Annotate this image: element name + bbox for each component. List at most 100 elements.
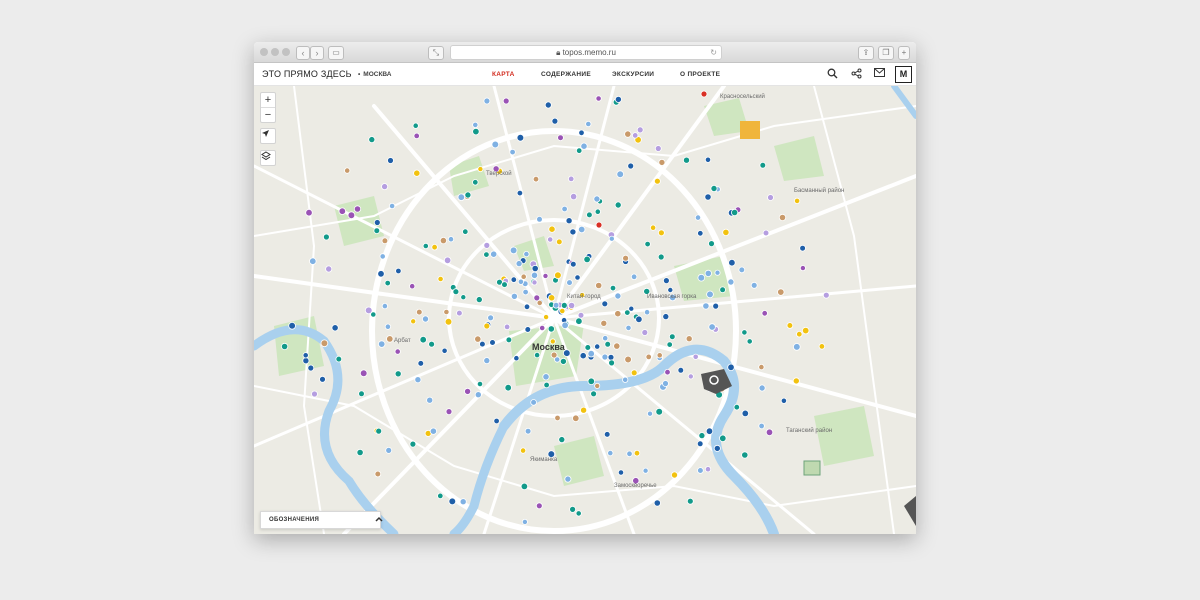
map-marker[interactable] bbox=[704, 269, 712, 277]
map-marker[interactable] bbox=[459, 498, 467, 506]
map-marker[interactable] bbox=[487, 314, 495, 322]
map-marker[interactable] bbox=[765, 428, 774, 436]
map-marker[interactable] bbox=[608, 235, 615, 242]
map-marker[interactable] bbox=[595, 95, 602, 102]
map-marker[interactable] bbox=[642, 467, 649, 474]
map-marker[interactable] bbox=[704, 156, 712, 163]
map-marker[interactable] bbox=[758, 384, 766, 392]
nav-about[interactable]: О ПРОЕКТЕ bbox=[680, 71, 720, 78]
map-marker[interactable] bbox=[421, 315, 429, 323]
map-marker[interactable] bbox=[373, 219, 381, 226]
map-marker[interactable] bbox=[575, 317, 583, 325]
map-marker[interactable] bbox=[325, 265, 333, 273]
map-marker[interactable] bbox=[530, 271, 539, 279]
map-marker[interactable] bbox=[501, 281, 508, 288]
tab-overview-icon[interactable]: ⤡ bbox=[428, 46, 444, 60]
map-marker[interactable] bbox=[515, 260, 523, 268]
map-marker[interactable] bbox=[544, 101, 552, 109]
map-marker[interactable] bbox=[595, 221, 603, 229]
map-marker[interactable] bbox=[632, 132, 639, 139]
map-marker[interactable] bbox=[548, 225, 556, 233]
map-marker[interactable] bbox=[572, 414, 580, 422]
map-marker[interactable] bbox=[654, 145, 662, 152]
map-marker[interactable] bbox=[694, 214, 702, 221]
map-marker[interactable] bbox=[741, 451, 749, 459]
map-marker[interactable] bbox=[381, 183, 389, 191]
map-marker[interactable] bbox=[746, 338, 753, 345]
map-marker[interactable] bbox=[523, 251, 530, 258]
map-marker[interactable] bbox=[692, 353, 699, 360]
map-marker[interactable] bbox=[626, 450, 633, 457]
map-marker[interactable] bbox=[630, 273, 638, 280]
map-marker[interactable] bbox=[628, 305, 635, 312]
map-marker[interactable] bbox=[786, 322, 794, 329]
map-marker[interactable] bbox=[580, 406, 588, 414]
map-marker[interactable] bbox=[359, 369, 368, 378]
map-marker[interactable] bbox=[516, 133, 525, 142]
map-marker[interactable] bbox=[686, 497, 694, 505]
map-marker[interactable] bbox=[568, 175, 575, 183]
map-marker[interactable] bbox=[682, 156, 690, 164]
map-marker[interactable] bbox=[614, 292, 622, 300]
map-marker[interactable] bbox=[510, 292, 518, 300]
map-marker[interactable] bbox=[728, 258, 736, 267]
map-marker[interactable] bbox=[452, 288, 460, 296]
map-marker[interactable] bbox=[750, 281, 758, 289]
map-marker[interactable] bbox=[580, 142, 588, 150]
map-marker[interactable] bbox=[426, 396, 434, 404]
map-marker[interactable] bbox=[384, 323, 391, 330]
map-marker[interactable] bbox=[617, 469, 625, 476]
map-marker[interactable] bbox=[566, 279, 573, 286]
map-marker[interactable] bbox=[559, 307, 566, 315]
map-marker[interactable] bbox=[302, 352, 309, 359]
map-marker[interactable] bbox=[381, 237, 389, 245]
map-marker[interactable] bbox=[641, 329, 649, 336]
map-marker[interactable] bbox=[587, 350, 595, 358]
map-marker[interactable] bbox=[670, 471, 678, 479]
map-marker[interactable] bbox=[655, 407, 664, 416]
map-marker[interactable] bbox=[767, 194, 774, 201]
map-marker[interactable] bbox=[443, 308, 450, 316]
map-marker[interactable] bbox=[627, 162, 635, 170]
map-marker[interactable] bbox=[447, 236, 455, 243]
map-marker[interactable] bbox=[656, 352, 663, 359]
map-marker[interactable] bbox=[394, 370, 402, 378]
map-marker[interactable] bbox=[653, 499, 661, 507]
map-marker[interactable] bbox=[439, 237, 447, 245]
map-marker[interactable] bbox=[613, 342, 621, 350]
map-marker[interactable] bbox=[741, 329, 748, 336]
map-marker[interactable] bbox=[700, 90, 708, 98]
map-marker[interactable] bbox=[622, 376, 629, 383]
map-marker[interactable] bbox=[305, 208, 313, 217]
map-marker[interactable] bbox=[483, 357, 491, 365]
map-marker[interactable] bbox=[443, 256, 452, 264]
maximize-window-dot[interactable] bbox=[282, 48, 290, 56]
map-marker[interactable] bbox=[560, 301, 568, 309]
map-marker[interactable] bbox=[428, 340, 436, 348]
map-marker[interactable] bbox=[704, 466, 712, 473]
map-marker[interactable] bbox=[577, 312, 585, 319]
map-marker[interactable] bbox=[320, 339, 329, 348]
map-marker[interactable] bbox=[379, 253, 386, 260]
city-selector[interactable]: МОСКВА bbox=[358, 71, 391, 78]
map-marker[interactable] bbox=[356, 448, 364, 457]
map-marker[interactable] bbox=[472, 121, 479, 129]
map-marker[interactable] bbox=[311, 390, 318, 398]
map-marker[interactable] bbox=[822, 291, 830, 299]
map-marker[interactable] bbox=[375, 427, 383, 435]
map-marker[interactable] bbox=[565, 217, 573, 225]
map-marker[interactable] bbox=[412, 122, 419, 129]
map-marker[interactable] bbox=[530, 399, 537, 406]
map-marker[interactable] bbox=[586, 211, 593, 219]
map-marker[interactable] bbox=[491, 140, 500, 149]
map-marker[interactable] bbox=[601, 300, 609, 308]
zoom-in-button[interactable]: + bbox=[261, 93, 275, 108]
map-marker[interactable] bbox=[555, 238, 563, 246]
map-marker[interactable] bbox=[503, 323, 511, 331]
map-marker[interactable] bbox=[389, 202, 396, 210]
map-marker[interactable] bbox=[410, 318, 417, 325]
map-marker[interactable] bbox=[587, 377, 595, 385]
map-marker[interactable] bbox=[614, 201, 622, 209]
map-marker[interactable] bbox=[509, 148, 516, 156]
share-icon[interactable] bbox=[850, 68, 862, 80]
